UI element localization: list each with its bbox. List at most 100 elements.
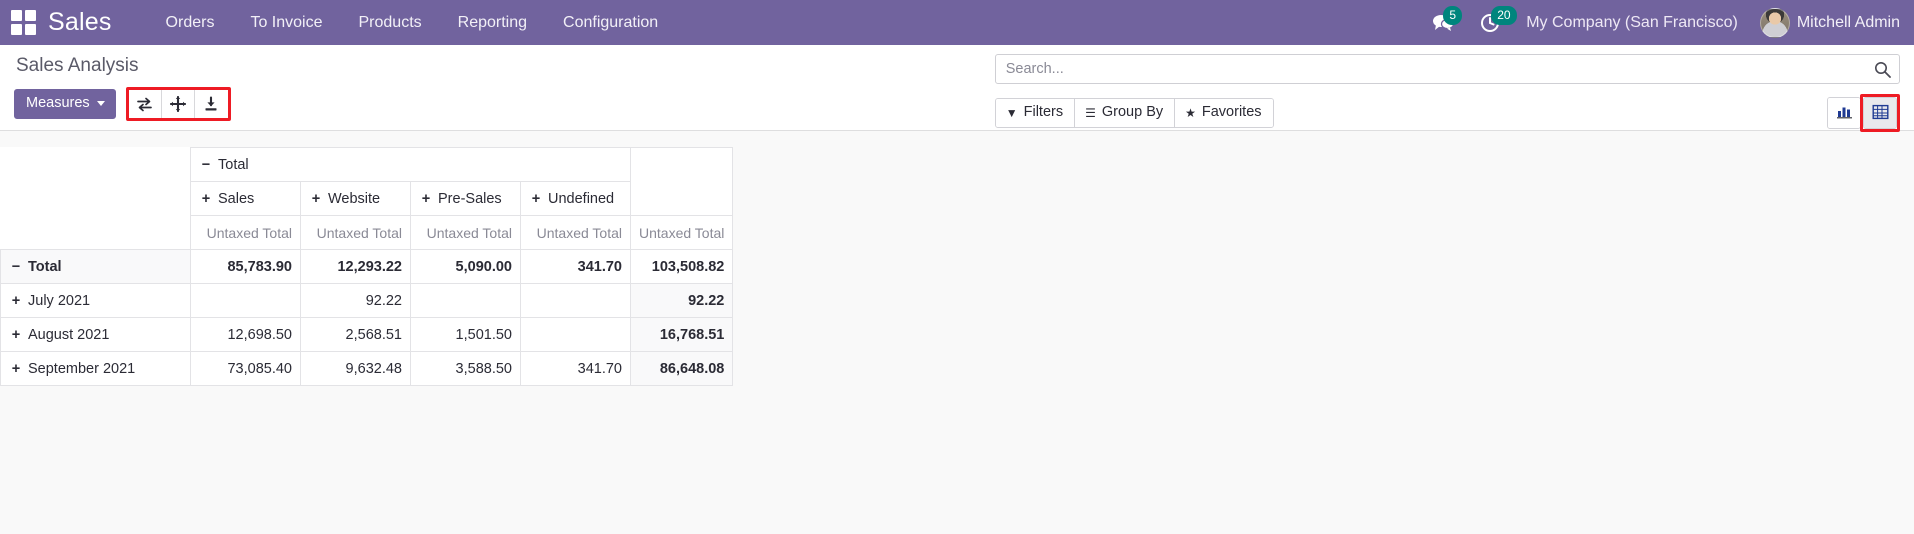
apps-grid-square [24,10,36,21]
flip-axis-icon[interactable] [128,90,162,118]
cell-july-website[interactable]: 92.22 [300,283,411,318]
column-header-undefined[interactable]: + Undefined [520,181,631,216]
menu-item-reporting[interactable]: Reporting [440,0,545,45]
filters-button[interactable]: ▼ Filters [995,99,1076,127]
cell-july-undefined[interactable] [520,283,631,318]
star-icon: ★ [1185,105,1196,120]
cell-august-website[interactable]: 2,568.51 [300,317,411,352]
table-row: + July 2021 92.22 92.22 [0,283,734,318]
filter-button-group: ▼ Filters ☰ Group By ★ Favorites [994,98,1274,128]
cell-september-pre-sales[interactable]: 3,588.50 [410,351,521,386]
measures-button-label: Measures [26,95,90,112]
company-switcher[interactable]: My Company (San Francisco) [1526,14,1738,32]
column-header-website-label: Website [328,190,381,207]
expand-icon: + [11,326,21,343]
avatar [1759,7,1790,38]
expand-all-icon[interactable] [161,90,195,118]
group-by-button[interactable]: ☰ Group By [1075,99,1176,127]
menu-item-configuration[interactable]: Configuration [545,0,676,45]
collapse-icon: − [201,156,211,173]
activities-clock-icon[interactable]: 20 [1480,5,1517,33]
collapse-icon: − [11,258,21,275]
cell-july-pre-sales[interactable] [410,283,521,318]
filters-row: ▼ Filters ☰ Group By ★ Favorites [994,94,1900,132]
pivot-view-group [1863,97,1897,129]
pivot-table: − Total + Sales + Website + Pre-Sales + Undef… [0,147,734,386]
menu-item-to-invoice[interactable]: To Invoice [232,0,340,45]
cell-total-grand[interactable]: 103,508.82 [629,249,734,284]
view-switcher [1827,94,1900,132]
row-header-august-2021[interactable]: + August 2021 [0,317,191,352]
measure-header[interactable]: Untaxed Total [520,215,631,250]
cell-august-pre-sales[interactable]: 1,501.50 [410,317,521,352]
row-header-july-2021-label: July 2021 [28,292,91,309]
search-input[interactable] [1005,61,1874,77]
cell-august-total[interactable]: 16,768.51 [629,317,734,352]
row-header-july-2021[interactable]: + July 2021 [0,283,191,318]
menu-item-orders[interactable]: Orders [148,0,233,45]
filters-button-label: Filters [1023,104,1064,121]
expand-icon: + [421,190,431,207]
row-header-total[interactable]: − Total [0,249,191,284]
cell-september-undefined[interactable]: 341.70 [520,351,631,386]
expand-icon: + [531,190,541,207]
pivot-view-button[interactable] [1864,98,1896,128]
favorites-button[interactable]: ★ Favorites [1175,99,1273,127]
favorites-button-label: Favorites [1201,104,1262,121]
group-by-button-label: Group By [1101,104,1164,121]
search-icon[interactable] [1874,61,1891,78]
column-group-total[interactable]: − Total [190,147,631,182]
cell-august-undefined[interactable] [520,317,631,352]
user-menu[interactable]: Mitchell Admin [1759,7,1900,38]
apps-grid-icon[interactable] [10,10,36,36]
graph-view-group [1827,97,1861,129]
pivot-head: − Total + Sales + Website + Pre-Sales + Undef… [0,147,734,250]
cell-total-sales[interactable]: 85,783.90 [190,249,301,284]
user-name: Mitchell Admin [1796,13,1900,31]
measure-header[interactable]: Untaxed Total [190,215,301,250]
row-header-september-2021[interactable]: + September 2021 [0,351,191,386]
cell-september-sales[interactable]: 73,085.40 [190,351,301,386]
column-header-website[interactable]: + Website [300,181,411,216]
measure-header-total[interactable]: Untaxed Total [629,215,734,250]
column-header-pre-sales-label: Pre-Sales [438,190,502,207]
row-header-september-2021-label: September 2021 [28,360,136,377]
top-navbar: Sales Orders To Invoice Products Reporti… [0,0,1914,45]
cell-july-sales[interactable] [190,283,301,318]
expand-icon: + [311,190,321,207]
activities-badge: 20 [1491,5,1517,25]
row-header-total-label: Total [28,258,62,275]
chevron-down-icon [96,101,105,106]
cell-september-website[interactable]: 9,632.48 [300,351,411,386]
table-row: + August 2021 12,698.50 2,568.51 1,501.50… [0,317,734,352]
cell-total-website[interactable]: 12,293.22 [300,249,411,284]
measure-header[interactable]: Untaxed Total [300,215,411,250]
cell-july-total[interactable]: 92.22 [629,283,734,318]
column-header-pre-sales[interactable]: + Pre-Sales [410,181,521,216]
cell-total-undefined[interactable]: 341.70 [520,249,631,284]
pivot-table-area: − Total + Sales + Website + Pre-Sales + Undef… [0,131,1914,534]
cell-august-sales[interactable]: 12,698.50 [190,317,301,352]
apps-grid-square [10,24,22,35]
app-brand-sales[interactable]: Sales [48,8,112,37]
apps-grid-square [24,24,36,35]
cell-september-total[interactable]: 86,648.08 [629,351,734,386]
pivot-corner [0,147,191,250]
messages-icon[interactable]: 5 [1432,6,1463,32]
download-xlsx-icon[interactable] [194,90,228,118]
menu-item-products[interactable]: Products [341,0,440,45]
column-header-sales-label: Sales [218,190,255,207]
messages-badge: 5 [1443,6,1463,25]
graph-view-button[interactable] [1828,98,1860,128]
apps-grid-square [10,10,22,21]
expand-icon: + [201,190,211,207]
column-header-sales[interactable]: + Sales [190,181,301,216]
measure-header[interactable]: Untaxed Total [410,215,521,250]
control-panel: Sales Analysis Measures Search... ▼ Filt… [0,45,1914,132]
cell-total-pre-sales[interactable]: 5,090.00 [410,249,521,284]
search-bar[interactable] [994,54,1900,84]
table-row: − Total 85,783.90 12,293.22 5,090.00 341.… [0,249,734,284]
measures-button[interactable]: Measures [14,89,116,119]
column-header-undefined-label: Undefined [548,190,615,207]
list-icon: ☰ [1085,105,1096,120]
